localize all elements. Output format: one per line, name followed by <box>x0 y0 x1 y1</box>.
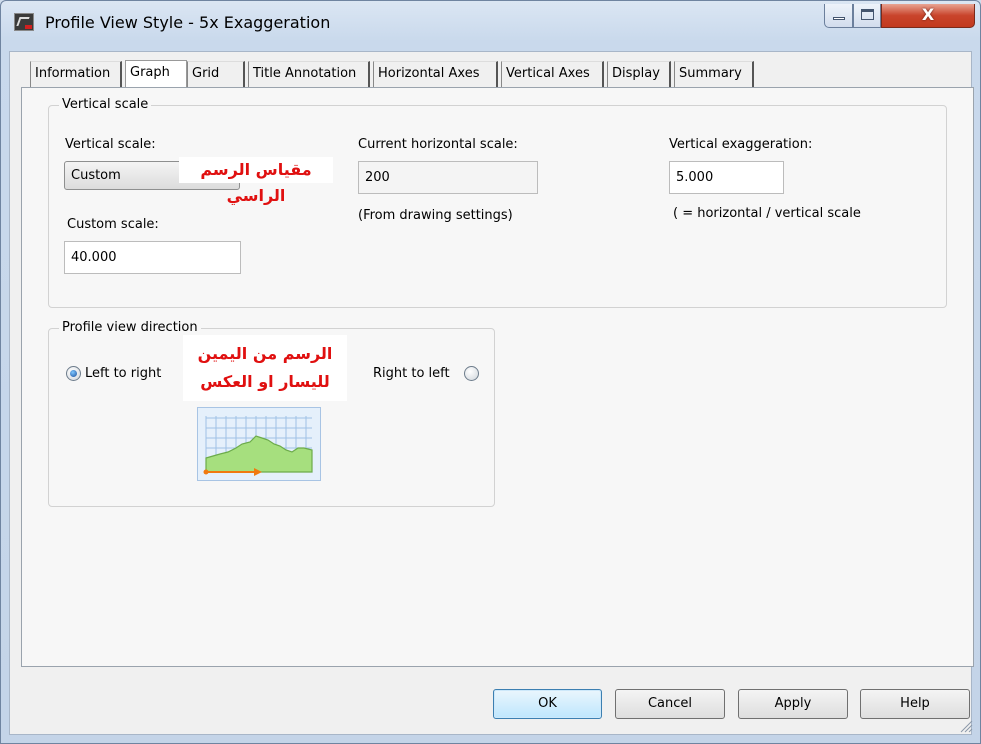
cancel-button[interactable]: Cancel <box>615 689 725 719</box>
custom-scale-label: Custom scale: <box>67 217 159 232</box>
title-bar[interactable]: Profile View Style - 5x Exaggeration X <box>1 1 980 45</box>
right-to-left-radio[interactable] <box>464 366 479 381</box>
current-horizontal-scale-label: Current horizontal scale: <box>358 137 518 152</box>
vertical-exaggeration-input[interactable] <box>669 161 784 194</box>
custom-scale-input[interactable] <box>64 241 241 274</box>
tab-summary[interactable]: Summary <box>674 61 754 87</box>
window-title: Profile View Style - 5x Exaggeration <box>45 13 331 32</box>
left-to-right-label[interactable]: Left to right <box>85 366 161 381</box>
autocad-app-icon[interactable] <box>14 13 34 31</box>
tab-display[interactable]: Display <box>607 61 671 87</box>
ok-button[interactable]: OK <box>493 689 602 719</box>
right-to-left-label[interactable]: Right to left <box>373 366 450 381</box>
direction-annotation-line1: الرسم من اليمين <box>197 344 333 363</box>
resize-grip-icon[interactable] <box>959 719 973 733</box>
direction-annotation-line2: لليسار او العكس <box>200 372 330 391</box>
apply-button[interactable]: Apply <box>738 689 848 719</box>
tab-horizontal-axes[interactable]: Horizontal Axes <box>373 61 498 87</box>
vertical-scale-selected-value: Custom <box>71 168 121 183</box>
profile-preview-graphic <box>203 416 313 476</box>
left-to-right-radio[interactable] <box>66 366 81 381</box>
maximize-icon <box>861 9 874 20</box>
from-drawing-settings-note: (From drawing settings) <box>358 208 513 223</box>
tab-grid[interactable]: Grid <box>187 61 245 87</box>
vertical-scale-annotation: مقياس الرسم الراسي <box>179 157 333 205</box>
vertical-scale-legend: Vertical scale <box>59 97 152 112</box>
tab-title-annotation[interactable]: Title Annotation <box>248 61 370 87</box>
vertical-scale-label: Vertical scale: <box>65 137 156 152</box>
help-button[interactable]: Help <box>860 689 970 719</box>
minimize-icon <box>833 17 845 20</box>
current-horizontal-scale-field <box>358 161 538 194</box>
maximize-button[interactable] <box>853 4 881 28</box>
direction-annotation: الرسم من اليمين لليسار او العكس <box>183 335 347 401</box>
tab-information[interactable]: Information <box>30 61 122 87</box>
close-button[interactable]: X <box>881 4 975 28</box>
dialog-window: Profile View Style - 5x Exaggeration X I… <box>0 0 981 744</box>
profile-direction-preview-image <box>197 407 321 481</box>
tab-graph[interactable]: Graph <box>125 60 187 88</box>
vertical-exaggeration-label: Vertical exaggeration: <box>669 137 813 152</box>
tab-vertical-axes[interactable]: Vertical Axes <box>501 61 604 87</box>
exaggeration-formula-note: ( = horizontal / vertical scale <box>673 206 861 221</box>
minimize-button[interactable] <box>824 4 853 28</box>
profile-view-direction-legend: Profile view direction <box>59 320 201 335</box>
close-icon: X <box>921 5 935 24</box>
